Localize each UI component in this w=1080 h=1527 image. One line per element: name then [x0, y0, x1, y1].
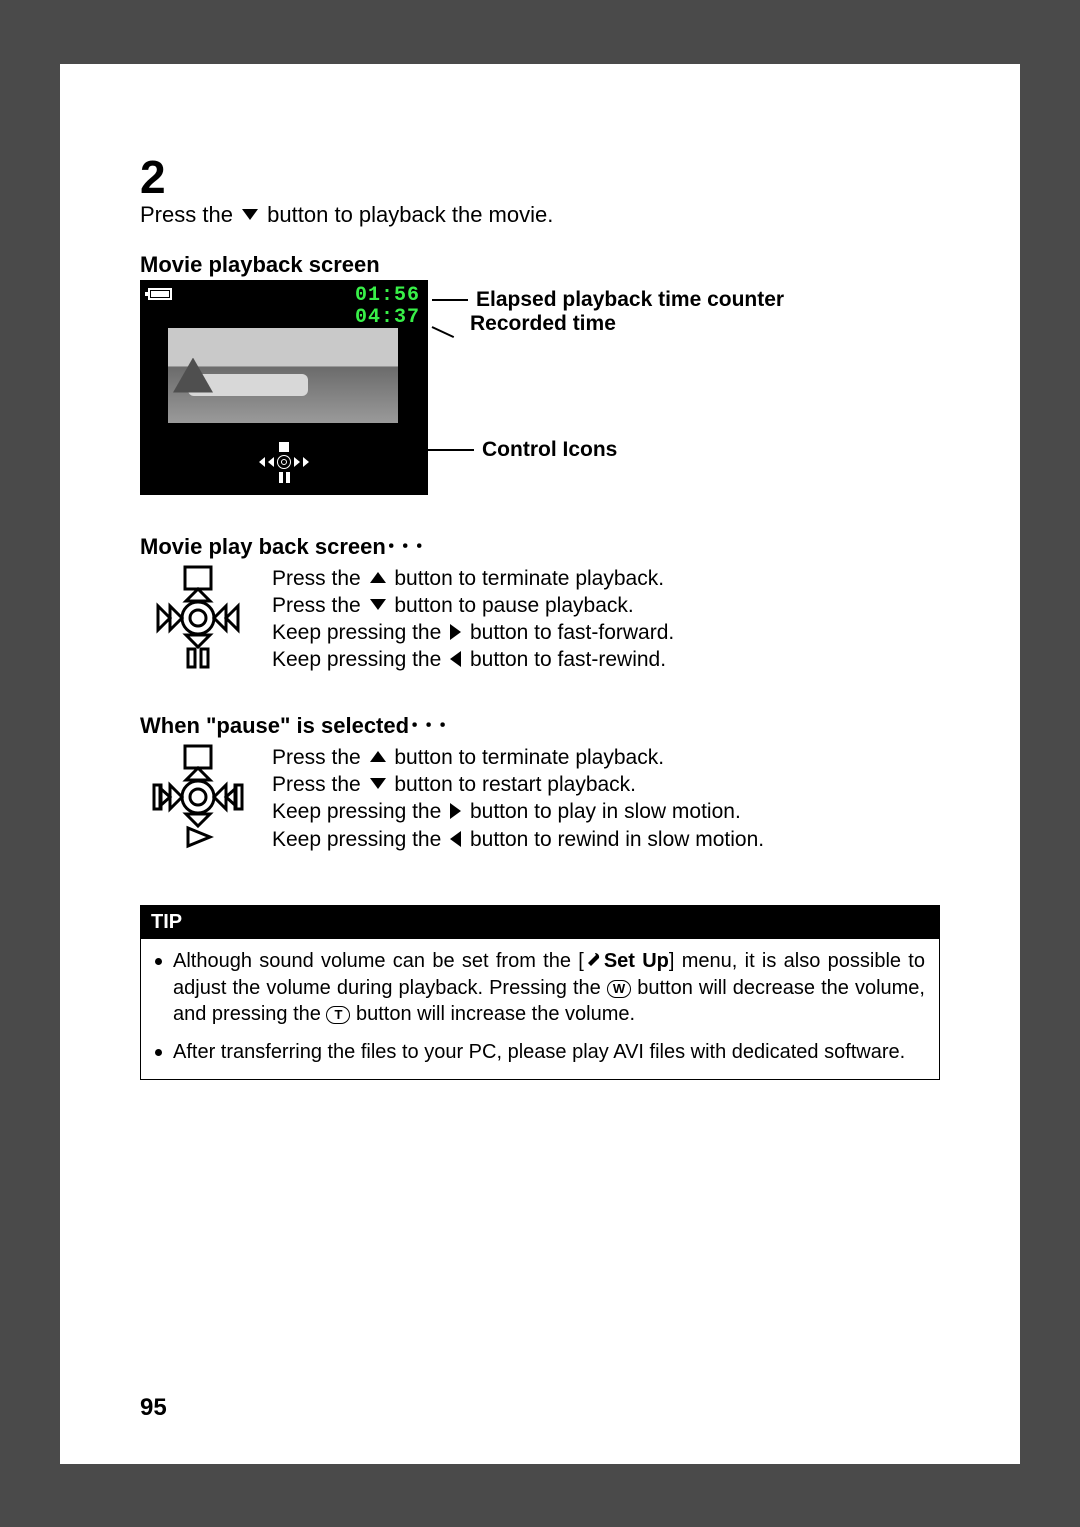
text: button to playback the movie. — [267, 202, 553, 227]
up-arrow-icon — [370, 751, 386, 762]
forward-icon — [303, 457, 309, 467]
w-key-icon: W — [607, 980, 631, 998]
rewind-icon — [259, 457, 265, 467]
movie-playback-screen: 01:56 04:37 — [140, 280, 428, 495]
stop-icon — [279, 442, 289, 452]
left-arrow-icon — [450, 651, 461, 667]
step-number: 2 — [140, 154, 940, 200]
bullet-icon — [155, 958, 162, 965]
label: Control Icons — [482, 438, 617, 462]
playback-line-2: Press the button to pause playback. — [272, 592, 674, 619]
callout-controls: Control Icons — [386, 438, 617, 462]
playback-heading: Movie play back screen･･･ — [140, 529, 940, 561]
tip-item-1: Although sound volume can be set from th… — [155, 949, 925, 1028]
label: Recorded time — [470, 312, 616, 336]
pause-line-2: Press the button to restart playback. — [272, 771, 764, 798]
page-number: 95 — [140, 1394, 167, 1422]
movie-frame-thumbnail — [168, 328, 398, 423]
wrench-icon — [584, 951, 602, 977]
dpad-pause-icon — [140, 744, 260, 850]
playback-line-4: Keep pressing the button to fast-rewind. — [272, 646, 674, 673]
pause-line-1: Press the button to terminate playback. — [272, 744, 764, 771]
pause-heading: When "pause" is selected･･･ — [140, 708, 940, 740]
rewind-icon — [268, 457, 274, 467]
battery-icon — [148, 288, 172, 300]
playback-line-3: Keep pressing the button to fast-forward… — [272, 619, 674, 646]
left-arrow-icon — [450, 831, 461, 847]
dpad-playback-icon — [140, 565, 260, 671]
forward-icon — [294, 457, 300, 467]
pause-icon — [279, 472, 290, 483]
control-icons — [259, 442, 309, 483]
screen-heading: Movie playback screen — [140, 252, 940, 278]
tip-item-2: After transferring the files to your PC,… — [155, 1040, 925, 1066]
down-arrow-icon — [370, 599, 386, 610]
center-icon — [277, 455, 291, 469]
down-arrow-icon — [370, 778, 386, 789]
up-arrow-icon — [370, 572, 386, 583]
callout-recorded: Recorded time — [432, 312, 616, 336]
text: Press the — [140, 202, 239, 227]
right-arrow-icon — [450, 624, 461, 640]
pause-line-4: Keep pressing the button to rewind in sl… — [272, 826, 764, 853]
pause-line-3: Keep pressing the button to play in slow… — [272, 798, 764, 825]
tip-box: TIP Although sound volume can be set fro… — [140, 905, 940, 1080]
recorded-time-counter: 04:37 — [355, 306, 420, 329]
label: Elapsed playback time counter — [476, 288, 784, 312]
right-arrow-icon — [450, 803, 461, 819]
playback-line-1: Press the button to terminate playback. — [272, 565, 674, 592]
callout-elapsed: Elapsed playback time counter — [432, 288, 784, 312]
elapsed-time-counter: 01:56 — [355, 284, 420, 307]
down-arrow-icon — [242, 209, 258, 220]
step-instruction: Press the button to playback the movie. — [140, 202, 940, 228]
tip-heading: TIP — [141, 906, 939, 939]
t-key-icon: T — [326, 1006, 350, 1024]
bullet-icon — [155, 1049, 162, 1056]
